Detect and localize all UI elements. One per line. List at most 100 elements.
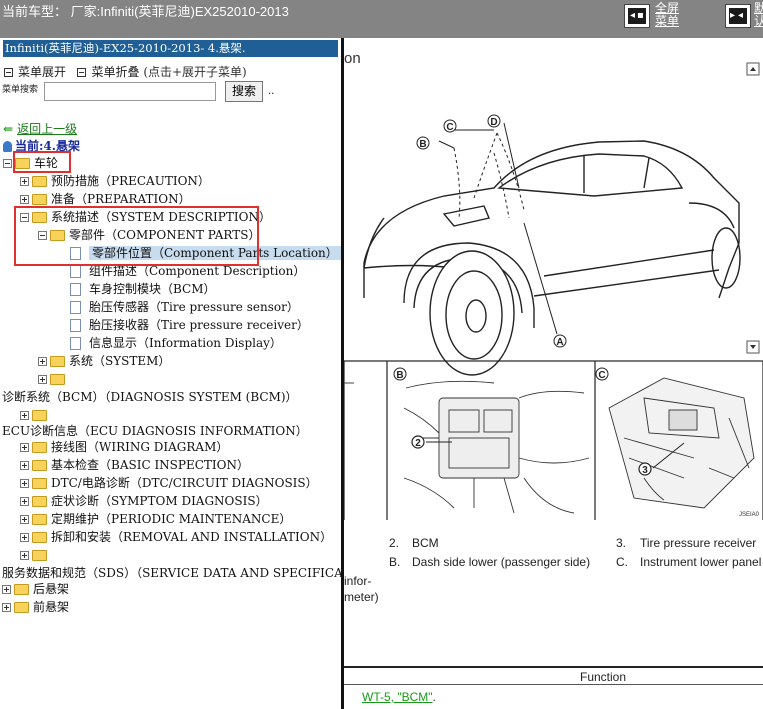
menu-search-input[interactable] <box>44 82 216 101</box>
tree-item-removal[interactable]: 拆卸和安装（REMOVAL AND INSTALLATION） <box>20 528 332 546</box>
legend-text-c: Instrument lower panel <box>640 555 762 569</box>
folder-icon <box>32 194 47 205</box>
panel-c-label: C <box>598 370 605 381</box>
wt5-bcm-link[interactable]: WT-5, "BCM". <box>362 690 436 704</box>
expand-toggle-icon[interactable] <box>20 177 29 186</box>
text-fragment-infor: infor- <box>344 574 372 588</box>
menu-title: Infiniti(英菲尼迪)-EX25-2010-2013- 4.悬架. <box>3 40 338 57</box>
collapse-all-link[interactable]: 菜单折叠 <box>91 65 139 79</box>
default-layout-link[interactable]: 默 认 <box>754 2 763 28</box>
callout-3-label: 3 <box>642 465 648 476</box>
expand-toggle-icon[interactable] <box>20 515 29 524</box>
menu-controls: 菜单展开 菜单折叠 (点击+展开子菜单) <box>4 63 247 80</box>
fullscreen-menu-link[interactable]: 全屏 菜单 <box>655 2 679 28</box>
expand-toggle-icon[interactable] <box>20 551 29 560</box>
tree-item-system[interactable]: 系统（SYSTEM） <box>38 352 170 370</box>
search-dots: .. <box>268 86 275 97</box>
callout-a-label: A <box>556 337 563 348</box>
legend-num-c: C. <box>616 555 628 569</box>
folder-icon <box>32 514 47 525</box>
folder-icon <box>32 410 47 421</box>
tree-item-info-display[interactable]: 信息显示（Information Display） <box>70 334 282 352</box>
collapse-hint: (点击+展开子菜单) <box>143 65 247 79</box>
tree-item-bcm[interactable]: 车身控制模块（BCM） <box>70 280 216 298</box>
expand-toggle-icon[interactable] <box>20 461 29 470</box>
expand-all-link[interactable]: 菜单展开 <box>18 65 66 79</box>
tree-item-unnamed[interactable] <box>38 370 69 388</box>
expand-toggle-icon[interactable] <box>20 411 29 420</box>
expand-icon <box>4 68 13 77</box>
collapse-toggle-icon[interactable] <box>3 159 12 168</box>
folder-icon <box>14 602 29 613</box>
legend-text-2: BCM <box>412 536 439 550</box>
document-icon <box>70 337 81 350</box>
expand-toggle-icon[interactable] <box>2 585 11 594</box>
annotation-box <box>13 151 71 173</box>
current-vehicle-label: 当前车型： 厂家:Infiniti(英菲尼迪)EX252010-2013 <box>2 4 289 19</box>
tree-item-tire-receiver[interactable]: 胎压接收器（Tire pressure receiver） <box>70 316 309 334</box>
tree-item-rear-suspension[interactable]: 后悬架 <box>2 580 69 598</box>
tree-item-symptom[interactable]: 症状诊断（SYMPTOM DIAGNOSIS） <box>20 492 268 510</box>
folder-icon <box>32 460 47 471</box>
folder-icon <box>32 532 47 543</box>
menu-panel: Infiniti(英菲尼迪)-EX25-2010-2013- 4.悬架. 菜单展… <box>0 38 341 709</box>
content-panel: on B C D A 2 3 B C JSEIA0 2. BCM 3. Tire… <box>344 38 763 709</box>
function-column-header: Function <box>580 670 627 684</box>
figure-code: JSEIA0 <box>739 512 760 518</box>
legend-text-b: Dash side lower (passenger side) <box>412 555 591 569</box>
folder-icon <box>50 356 65 367</box>
expand-toggle-icon[interactable] <box>20 533 29 542</box>
back-link[interactable]: ⇐ 返回上一级 <box>3 120 77 137</box>
document-icon <box>70 319 81 332</box>
fullscreen-menu-button[interactable]: ◂ ▪ <box>624 4 650 28</box>
tree-item-basic-inspection[interactable]: 基本检查（BASIC INSPECTION） <box>20 456 249 474</box>
callout-2-label: 2 <box>415 438 421 449</box>
default-layout-button[interactable]: ▸ ◂ <box>725 4 751 28</box>
tree-item-tire-sensor[interactable]: 胎压传感器（Tire pressure sensor） <box>70 298 299 316</box>
tree-item-unnamed[interactable] <box>20 546 51 564</box>
panel-b-label: B <box>396 370 403 381</box>
top-bar: 当前车型： 厂家:Infiniti(英菲尼迪)EX252010-2013 ◂ ▪ … <box>0 0 763 38</box>
back-arrow-icon: ⇐ <box>3 122 14 136</box>
text-fragment-meter: meter) <box>344 590 379 604</box>
table-top-border <box>344 666 763 668</box>
document-icon <box>70 301 81 314</box>
component-location-figure: B C D A 2 3 B C JSEIA0 <box>344 114 763 520</box>
fullscreen-icon: ◂ ▪ <box>628 8 646 24</box>
legend-text-3: Tire pressure receiver <box>640 536 757 550</box>
folder-icon <box>32 478 47 489</box>
collapse-icon <box>77 68 87 77</box>
expand-toggle-icon[interactable] <box>38 357 47 366</box>
folder-icon <box>32 176 47 187</box>
callout-b-label: B <box>419 139 426 150</box>
folder-icon <box>32 496 47 507</box>
folder-icon <box>14 584 29 595</box>
table-header-divider <box>344 684 763 685</box>
search-button[interactable]: 搜索 <box>225 81 263 102</box>
tree-item-periodic[interactable]: 定期维护（PERIODIC MAINTENANCE） <box>20 510 291 528</box>
tree-item-front-suspension[interactable]: 前悬架 <box>2 598 69 616</box>
expand-toggle-icon[interactable] <box>20 195 29 204</box>
document-icon <box>70 283 81 296</box>
location-pin-icon <box>3 141 12 152</box>
expand-toggle-icon[interactable] <box>20 443 29 452</box>
tree-item-diagnosis-system[interactable]: 诊断系统（BCM）（DIAGNOSIS SYSTEM (BCM)） <box>2 388 298 406</box>
expand-toggle-icon[interactable] <box>2 603 11 612</box>
tree-item-wiring[interactable]: 接线图（WIRING DIAGRAM） <box>20 438 228 456</box>
tree-item-dtc[interactable]: DTC/电路诊断（DTC/CIRCUIT DIAGNOSIS） <box>20 474 318 492</box>
callout-d-label: D <box>490 117 497 128</box>
tree-item-precaution[interactable]: 预防措施（PRECAUTION） <box>20 172 210 190</box>
callout-c-label: C <box>446 122 453 133</box>
expand-toggle-icon[interactable] <box>20 497 29 506</box>
expand-toggle-icon[interactable] <box>38 375 47 384</box>
split-view-icon: ▸ ◂ <box>729 8 747 24</box>
legend-num-3: 3. <box>616 536 627 550</box>
document-icon <box>70 265 81 278</box>
folder-icon <box>32 550 47 561</box>
folder-icon <box>32 442 47 453</box>
search-label: 菜单搜索 <box>2 85 39 95</box>
expand-toggle-icon[interactable] <box>20 479 29 488</box>
folder-icon <box>50 374 65 385</box>
legend-num-b: B. <box>389 555 401 569</box>
legend-num-2: 2. <box>389 536 400 550</box>
